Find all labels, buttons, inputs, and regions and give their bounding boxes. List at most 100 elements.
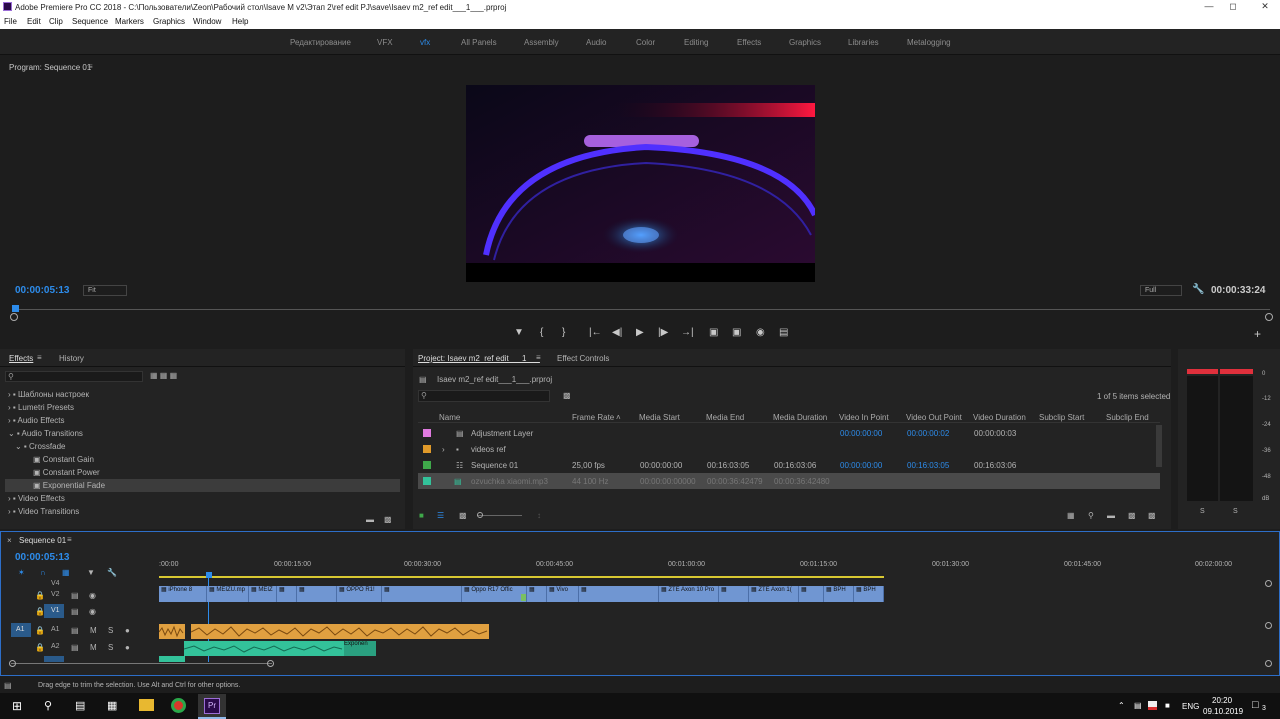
audio-track-a1[interactable] bbox=[159, 622, 1269, 639]
calculator-icon[interactable]: ▦ bbox=[107, 699, 117, 712]
video-out-point[interactable]: 00:00:00:02 bbox=[907, 429, 949, 438]
workspace-tab[interactable]: Libraries bbox=[848, 38, 879, 47]
program-scrubber[interactable] bbox=[14, 309, 1270, 317]
zoom-slider-handle[interactable] bbox=[477, 512, 483, 518]
timeline-timecode[interactable]: 00:00:05:13 bbox=[15, 552, 69, 563]
workspace-tab[interactable]: Editing bbox=[684, 38, 708, 47]
workspace-tab[interactable]: Assembly bbox=[524, 38, 559, 47]
track-label-v1[interactable]: V1 bbox=[51, 607, 60, 614]
track-label-v2[interactable]: V2 bbox=[51, 591, 60, 598]
program-monitor-title[interactable]: Program: Sequence 01 bbox=[9, 63, 91, 72]
video-track-v2[interactable]: ▦ iPhone 8 ▦ MEIZU.mp ▦ MEIZ ▦ ▦ ▦ OPPO … bbox=[159, 584, 1269, 602]
expand-chevron-icon[interactable]: › ▪ bbox=[8, 416, 16, 425]
video-clip[interactable]: ▦ BPH bbox=[824, 586, 854, 602]
track-label-a1[interactable]: A1 bbox=[51, 626, 60, 633]
collapse-chevron-icon[interactable]: ⌄ ▪ bbox=[8, 429, 20, 438]
mark-out-icon[interactable]: } bbox=[562, 327, 565, 338]
panel-menu-icon[interactable]: ≡ bbox=[67, 535, 72, 544]
video-clip[interactable]: ▦ ZTE Axon 1( bbox=[749, 586, 799, 602]
expand-chevron-icon[interactable]: › ▪ bbox=[8, 507, 16, 516]
expand-chevron-icon[interactable]: › ▪ bbox=[8, 494, 16, 503]
column-header[interactable]: Video In Point bbox=[839, 413, 889, 422]
video-clip[interactable]: ▦ OPPO R1! bbox=[337, 586, 382, 602]
tree-item[interactable]: Video Transitions bbox=[18, 507, 79, 516]
tree-item[interactable]: Video Effects bbox=[18, 494, 65, 503]
time-ruler[interactable]: :00:00 00:00:15:00 00:00:30:00 00:00:45:… bbox=[159, 558, 1259, 578]
lock-icon[interactable]: 🔒 bbox=[35, 626, 45, 635]
chrome-icon[interactable] bbox=[171, 698, 186, 713]
tab-effects[interactable]: Effects bbox=[9, 354, 33, 363]
expand-chevron-icon[interactable]: › bbox=[442, 445, 445, 454]
work-area-bar[interactable] bbox=[159, 576, 884, 578]
column-header[interactable]: Subclip End bbox=[1106, 413, 1149, 422]
voiceover-mic-icon[interactable]: ● bbox=[125, 626, 130, 635]
video-clip[interactable]: ▦ iPhone 8 bbox=[159, 586, 207, 602]
go-to-in-icon[interactable]: |← bbox=[589, 327, 602, 338]
tree-item[interactable]: Lumetri Presets bbox=[18, 403, 74, 412]
eye-icon[interactable]: ◉ bbox=[89, 591, 96, 600]
track-label-a2[interactable]: A2 bbox=[51, 643, 60, 650]
video-clip[interactable]: ▦ MEIZ bbox=[249, 586, 277, 602]
insert-icon[interactable]: ▤ bbox=[779, 327, 788, 338]
column-header[interactable]: Media Start bbox=[639, 413, 680, 422]
nest-icon[interactable]: ✶ bbox=[18, 568, 25, 577]
delete-icon[interactable]: ▩ bbox=[384, 515, 392, 524]
add-marker-icon[interactable]: ▼ bbox=[514, 327, 524, 338]
tree-item-selected[interactable]: Exponential Fade bbox=[43, 481, 105, 490]
video-clip[interactable]: ▦ bbox=[719, 586, 749, 602]
step-back-icon[interactable]: ◀| bbox=[612, 327, 622, 338]
expand-chevron-icon[interactable]: › ▪ bbox=[8, 390, 16, 399]
column-header[interactable]: Media Duration bbox=[773, 413, 827, 422]
windows-start-icon[interactable]: ⊞ bbox=[12, 699, 22, 713]
lock-icon[interactable]: 🔒 bbox=[35, 643, 45, 652]
clock-date[interactable]: 09.10.2019 bbox=[1203, 707, 1243, 716]
table-row-selected[interactable]: ▤ ozvuchka xiaomi.mp3 44 100 Hz 00:00:00… bbox=[418, 473, 1160, 489]
column-header[interactable]: Media End bbox=[706, 413, 744, 422]
table-row[interactable]: ☷ Sequence 01 25,00 fps 00:00:00:00 00:1… bbox=[418, 457, 1160, 473]
notification-app-icon[interactable] bbox=[1148, 701, 1157, 710]
zoom-slider[interactable] bbox=[477, 515, 522, 516]
workspace-tab[interactable]: Color bbox=[636, 38, 655, 47]
lock-icon[interactable]: ■ bbox=[419, 511, 424, 520]
playhead-icon[interactable] bbox=[12, 305, 19, 312]
video-clip[interactable]: ▦ bbox=[799, 586, 824, 602]
scroll-handle-left[interactable] bbox=[9, 660, 16, 667]
clear-icon[interactable]: ▩ bbox=[1148, 511, 1156, 520]
tree-item[interactable]: Audio Transitions bbox=[22, 429, 83, 438]
sync-lock-icon[interactable]: ▤ bbox=[71, 643, 79, 652]
sync-lock-icon[interactable]: ▤ bbox=[71, 607, 79, 616]
tree-item[interactable]: Audio Effects bbox=[18, 416, 65, 425]
panel-menu-icon[interactable]: ≡ bbox=[37, 353, 42, 362]
menu-edit[interactable]: Edit bbox=[27, 17, 41, 26]
solo-left-button[interactable]: S bbox=[1200, 508, 1205, 515]
menu-sequence[interactable]: Sequence bbox=[72, 17, 108, 26]
expand-chevron-icon[interactable]: › ▪ bbox=[8, 403, 16, 412]
scrollbar[interactable] bbox=[1156, 425, 1162, 467]
video-clip[interactable]: ▦ bbox=[297, 586, 337, 602]
new-bin-icon[interactable]: ▬ bbox=[1107, 511, 1115, 520]
workspace-tab[interactable]: Редактирование bbox=[290, 38, 351, 47]
menu-clip[interactable]: Clip bbox=[49, 17, 63, 26]
label-color-swatch[interactable] bbox=[423, 477, 431, 485]
video-clip[interactable]: ▦ bbox=[579, 586, 659, 602]
new-search-bin-icon[interactable]: ▩ bbox=[563, 391, 571, 400]
workspace-tab[interactable]: Effects bbox=[737, 38, 761, 47]
zoom-handle-left[interactable] bbox=[10, 313, 18, 321]
label-color-swatch[interactable] bbox=[423, 445, 431, 453]
workspace-tab[interactable]: Graphics bbox=[789, 38, 821, 47]
sort-ascending-icon[interactable]: ˄ bbox=[616, 413, 621, 422]
vertical-scroll-handle[interactable] bbox=[1265, 580, 1272, 587]
settings-wrench-icon[interactable]: 🔧 bbox=[107, 568, 117, 577]
workspace-tab[interactable]: VFX bbox=[377, 38, 393, 47]
video-out-point[interactable]: 00:16:03:05 bbox=[907, 461, 949, 470]
new-folder-icon[interactable]: ▬ bbox=[366, 515, 374, 524]
tab-effect-controls[interactable]: Effect Controls bbox=[557, 354, 609, 363]
menu-window[interactable]: Window bbox=[193, 17, 221, 26]
audio-clip-a3[interactable] bbox=[159, 656, 185, 662]
audio-clip[interactable] bbox=[184, 641, 344, 656]
settings-wrench-icon[interactable]: 🔧 bbox=[1192, 284, 1204, 295]
lock-icon[interactable]: 🔒 bbox=[35, 607, 45, 616]
new-item-icon[interactable]: ▩ bbox=[1128, 511, 1136, 520]
find-icon[interactable]: ⚲ bbox=[1088, 511, 1094, 520]
add-button-icon[interactable]: + bbox=[1254, 327, 1261, 341]
